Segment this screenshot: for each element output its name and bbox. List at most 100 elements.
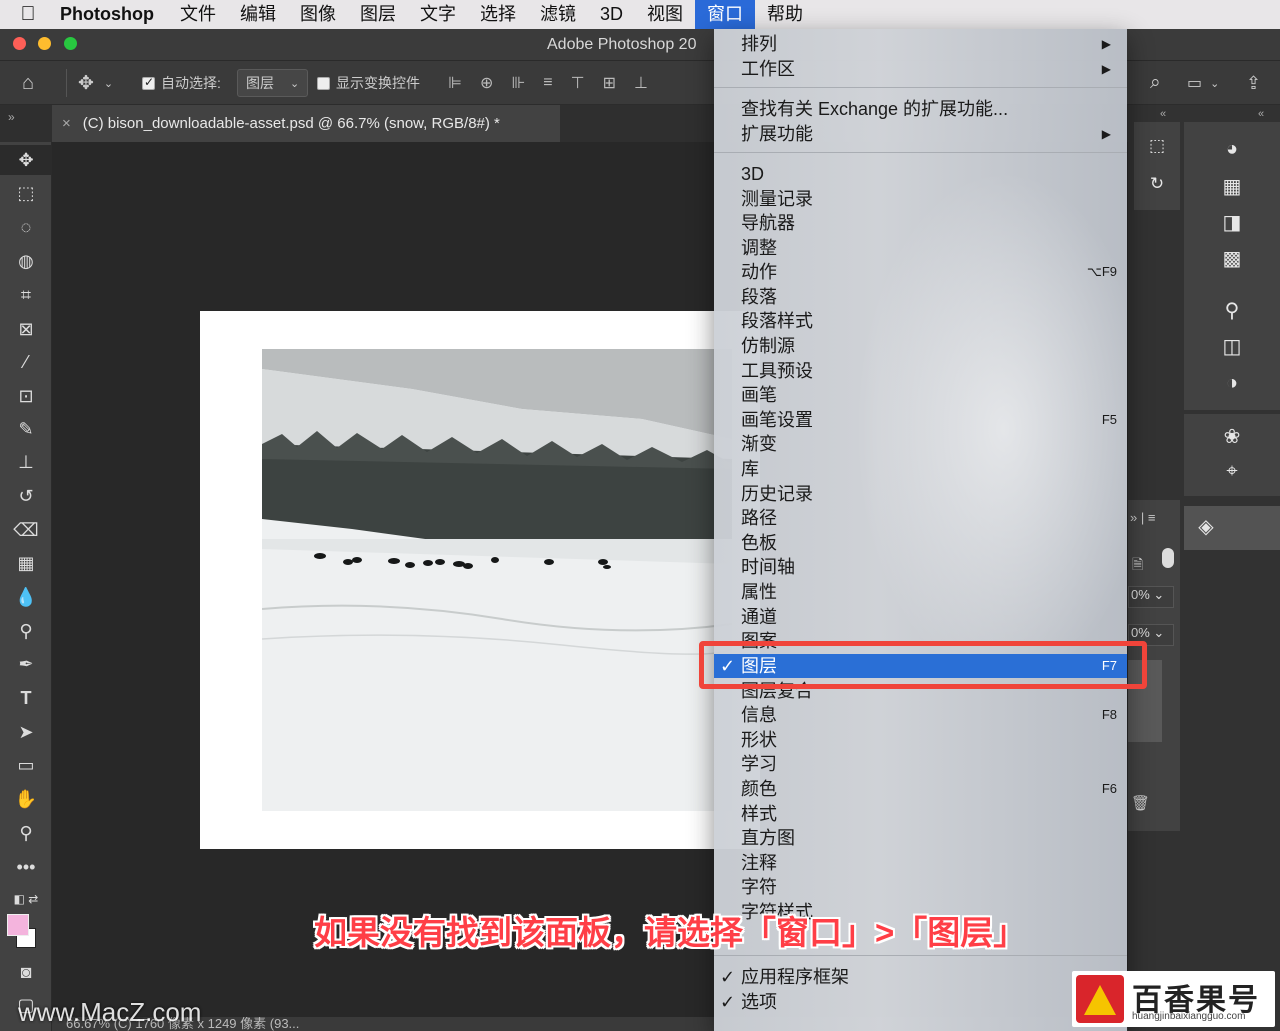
history-icon[interactable]: ↻ [1139, 174, 1175, 194]
patterns-icon[interactable]: ▩ [1214, 246, 1250, 271]
auto-select-checkbox[interactable]: 自动选择: [142, 61, 221, 105]
menu-item[interactable]: 信息 F8 [714, 703, 1127, 727]
zoom-window-button[interactable] [64, 37, 77, 50]
menu-item[interactable]: ✓ 选项 [714, 990, 1127, 1014]
foreground-color-swatch[interactable] [7, 914, 29, 936]
menu-item[interactable]: 段落 [714, 285, 1127, 309]
close-tab-icon[interactable]: × [62, 115, 71, 132]
checkbox-icon[interactable] [142, 75, 155, 90]
lasso-tool-icon[interactable]: ◌ [0, 212, 52, 242]
checkbox-icon[interactable] [317, 76, 330, 90]
crop-tool-icon[interactable]: ⌗ [0, 280, 52, 310]
collapse-panels-icon[interactable]: « [1160, 108, 1166, 120]
align-left-icon[interactable]: ⊫ [448, 73, 462, 93]
menu-item[interactable]: 3D [714, 162, 1127, 186]
pen-tool-icon[interactable]: ✒ [0, 649, 52, 679]
workspace-icon[interactable]: ▭ ⌄ [1187, 61, 1219, 105]
move-tool-icon[interactable]: ✥ ⌄ [78, 61, 113, 105]
lock-icon[interactable]: 🗎 [1132, 554, 1143, 578]
eyedropper-tool-icon[interactable]: ⁄ [0, 347, 52, 377]
3d-icon[interactable]: ⬚ [1139, 136, 1175, 156]
swatches-icon[interactable]: ▦ [1214, 174, 1250, 199]
collapse-panels-icon[interactable]: « [1258, 108, 1264, 120]
minimize-window-button[interactable] [38, 37, 51, 50]
chevron-down-icon[interactable]: ⌄ [1210, 77, 1219, 90]
align-middle-icon[interactable]: ⊞ [603, 73, 616, 93]
path-select-tool-icon[interactable]: ➤ [0, 717, 52, 747]
menu-file[interactable]: 文件 [168, 0, 228, 29]
menu-item[interactable]: 形状 [714, 728, 1127, 752]
zoom-tool-icon[interactable]: ⚲ [0, 818, 52, 848]
more-tools-icon[interactable]: ••• [0, 852, 52, 882]
menu-item[interactable]: 仿制源 [714, 334, 1127, 358]
menu-item[interactable]: 库 [714, 457, 1127, 481]
menu-item[interactable]: 动作 ⌥F9 [714, 260, 1127, 284]
learn-icon[interactable]: ⚲ [1214, 298, 1250, 323]
document-tab[interactable]: × (C) bison_downloadable-asset.psd @ 66.… [52, 105, 560, 142]
auto-select-target-dropdown[interactable]: 图层 ⌄ [237, 61, 309, 105]
home-icon[interactable]: ⌂ [22, 61, 34, 105]
toggle-icon[interactable] [1162, 548, 1174, 568]
menu-app-name[interactable]: Photoshop [56, 0, 168, 29]
frame-tool-icon[interactable]: ⊠ [0, 314, 52, 344]
menu-item[interactable]: 时间轴 [714, 555, 1127, 579]
menu-item[interactable]: ✓ 应用程序框架 [714, 965, 1127, 989]
healing-brush-tool-icon[interactable]: ⊡ [0, 381, 52, 411]
menu-item[interactable]: 历史记录 [714, 482, 1127, 506]
menu-item[interactable]: 注释 [714, 851, 1127, 875]
menu-item[interactable]: 字符 [714, 875, 1127, 899]
layers-icon[interactable]: ◈ [1188, 514, 1224, 539]
layers-panel-tab[interactable]: ◈ [1184, 506, 1280, 550]
menu-window[interactable]: 窗口 [695, 0, 755, 29]
menu-edit[interactable]: 编辑 [228, 0, 288, 29]
brush-tool-icon[interactable]: ✎ [0, 414, 52, 444]
dodge-tool-icon[interactable]: ⚲ [0, 616, 52, 646]
expand-toolbar-icon[interactable]: » [8, 110, 15, 124]
paths-icon[interactable]: ⌖ [1214, 460, 1250, 483]
menu-item[interactable]: 通道 [714, 605, 1127, 629]
menu-image[interactable]: 图像 [288, 0, 348, 29]
align-bottom-icon[interactable]: ⊥ [634, 73, 648, 93]
menu-item[interactable]: 查找有关 Exchange 的扩展功能... [714, 97, 1127, 121]
menu-type[interactable]: 文字 [408, 0, 468, 29]
chevron-down-icon[interactable]: ⌄ [104, 77, 113, 90]
menu-item[interactable]: 排列 ▶ [714, 32, 1127, 56]
menu-item[interactable]: 工具预设 [714, 359, 1127, 383]
menu-view[interactable]: 视图 [635, 0, 695, 29]
menu-layer[interactable]: 图层 [348, 0, 408, 29]
channels-icon[interactable]: ❀ [1214, 424, 1250, 449]
menu-item[interactable]: 属性 [714, 580, 1127, 604]
menu-item[interactable]: 导航器 [714, 211, 1127, 235]
move-tool-icon[interactable]: ✥ [0, 145, 52, 175]
apple-icon[interactable]:  [0, 3, 56, 26]
opacity-field[interactable]: 0% ⌄ [1128, 586, 1174, 608]
trash-icon[interactable]: 🗑 [1131, 794, 1150, 812]
libraries-icon[interactable]: ◫ [1214, 334, 1250, 359]
menu-item[interactable]: 颜色 F6 [714, 777, 1127, 801]
menu-item[interactable]: 色板 [714, 531, 1127, 555]
adjustments-icon[interactable]: ◑ [1214, 372, 1250, 395]
align-top-icon[interactable]: ⊤ [571, 73, 585, 93]
menu-item[interactable]: 扩展功能 ▶ [714, 122, 1127, 146]
menu-item[interactable]: 工作区 ▶ [714, 57, 1127, 81]
quick-mask-icon[interactable]: ◙ [0, 957, 52, 987]
menu-select[interactable]: 选择 [468, 0, 528, 29]
hand-tool-icon[interactable]: ✋ [0, 784, 52, 814]
menu-item[interactable]: 画笔 [714, 383, 1127, 407]
menu-item[interactable]: 调整 [714, 236, 1127, 260]
menu-item[interactable]: 样式 [714, 802, 1127, 826]
menu-item[interactable]: 渐变 [714, 432, 1127, 456]
blur-tool-icon[interactable]: 💧 [0, 582, 52, 612]
menu-filter[interactable]: 滤镜 [528, 0, 588, 29]
rectangle-tool-icon[interactable]: ▭ [0, 750, 52, 780]
expand-panel-icon[interactable]: » | ≡ [1130, 510, 1155, 525]
menu-item[interactable]: 画笔设置 F5 [714, 408, 1127, 432]
bison-photo[interactable] [262, 349, 732, 811]
search-icon[interactable]: ⌕ [1150, 61, 1161, 105]
menu-item[interactable]: 段落样式 [714, 309, 1127, 333]
menu-item[interactable]: 测量记录 [714, 187, 1127, 211]
quick-select-tool-icon[interactable]: ◍ [0, 246, 52, 276]
menu-item[interactable]: 路径 [714, 506, 1127, 530]
align-right-icon[interactable]: ⊪ [511, 73, 525, 93]
distribute-icon[interactable]: ≡ [543, 74, 552, 92]
